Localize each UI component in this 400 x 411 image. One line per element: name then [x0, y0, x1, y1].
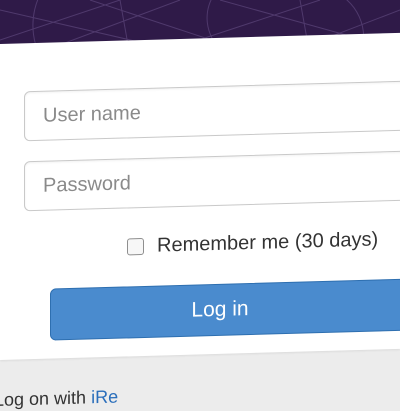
login-card: Remember me (30 days) Log in	[0, 32, 400, 360]
username-input[interactable]	[24, 80, 400, 142]
alternate-login-prefix: Log on with	[0, 387, 92, 410]
login-button[interactable]: Log in	[50, 278, 400, 341]
remember-me-row[interactable]: Remember me (30 days)	[127, 228, 378, 258]
remember-me-checkbox[interactable]	[127, 237, 144, 256]
alternate-login-text: Log on with iRe	[0, 387, 118, 411]
remember-me-label[interactable]: Remember me (30 days)	[157, 228, 378, 257]
alternate-login-link[interactable]: iRe	[91, 387, 118, 408]
password-input[interactable]	[24, 150, 400, 212]
